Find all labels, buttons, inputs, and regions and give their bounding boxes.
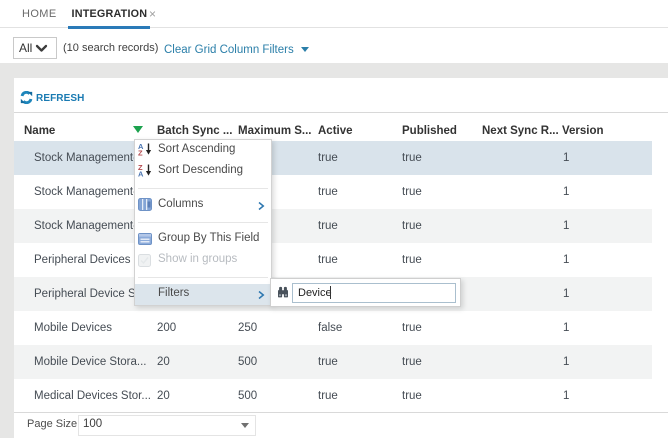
svg-text:Z: Z — [138, 149, 143, 157]
svg-text:A: A — [138, 170, 144, 178]
